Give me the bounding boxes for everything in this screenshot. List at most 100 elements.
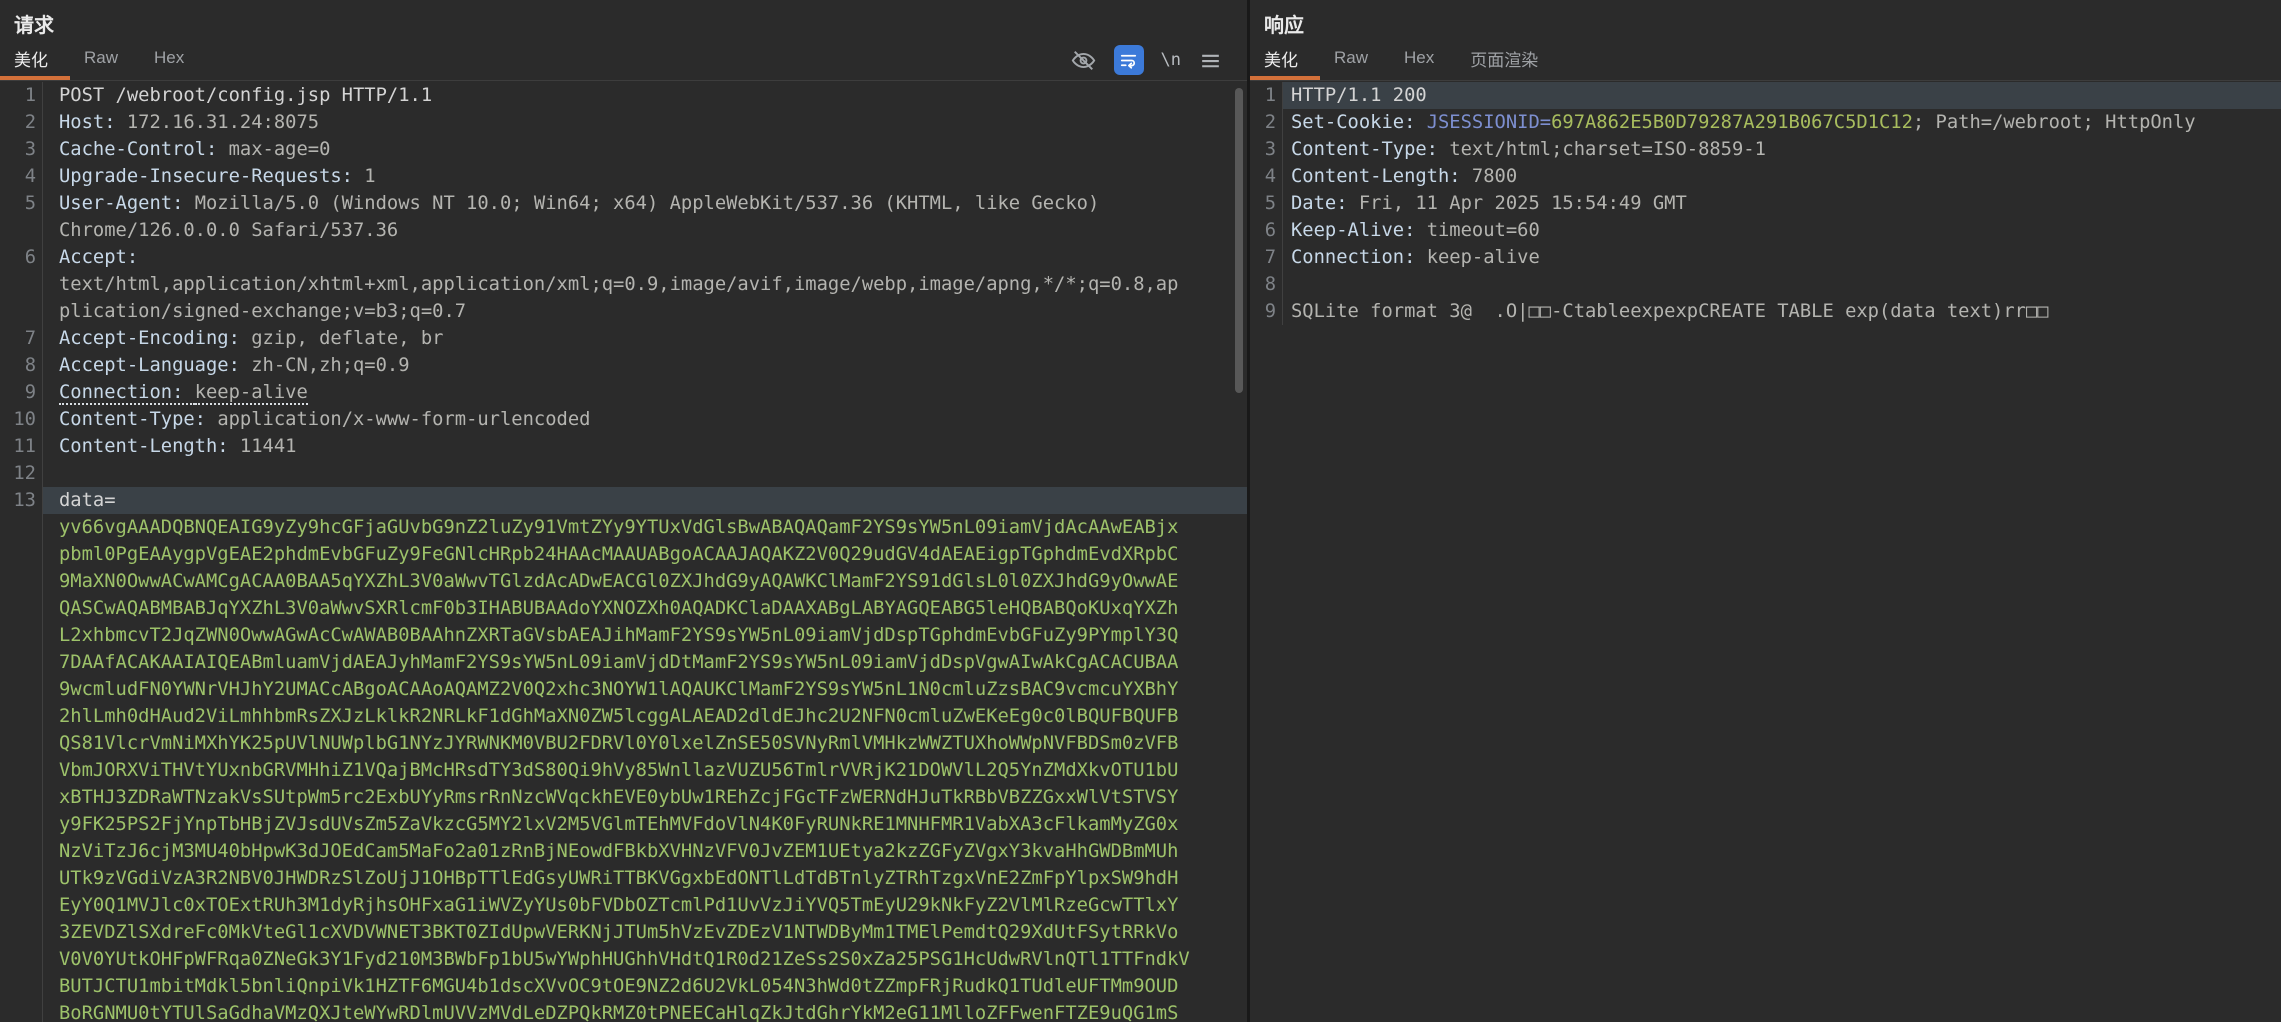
code-token: POST /webroot/config.jsp HTTP/1.1 — [59, 85, 432, 106]
request-toolbar: \n — [1070, 40, 1247, 80]
code-token: SQLite format 3@ .O| — [1291, 301, 1528, 322]
code-text: text/html,application/xhtml+xml,applicat… — [42, 271, 1247, 298]
line-number — [0, 757, 36, 784]
line-number — [0, 568, 36, 595]
code-text: SQLite format 3@ .O|□□-CtableexpexpCREAT… — [1282, 298, 2281, 325]
code-token: NzViTzJ6cjM3MU40bHpwK3dJOEdCam5MaFo2a01z… — [59, 841, 1178, 862]
request-panel-header: 请求 美化RawHex — [0, 0, 1247, 81]
request-editor[interactable]: 1POST /webroot/config.jsp HTTP/1.12Host:… — [0, 81, 1247, 1022]
line-number: 4 — [1250, 163, 1276, 190]
line-number: 12 — [0, 460, 36, 487]
code-token: Fri, 11 Apr 2025 15:54:49 GMT — [1359, 193, 1687, 214]
code-line: 2Set-Cookie: JSESSIONID=697A862E5B0D7928… — [1250, 109, 2281, 136]
code-token: V0V0YUtkOHFpWFRqa0ZNeGk3Y1Fyd210M3BWbFp1… — [59, 949, 1190, 970]
code-text: Host: 172.16.31.24:8075 — [42, 109, 1247, 136]
request-scrollbar-thumb[interactable] — [1235, 88, 1243, 393]
code-token: plication/signed-exchange;v=b3;q=0.7 — [59, 301, 466, 322]
line-number — [0, 676, 36, 703]
code-line: xBTHJ3ZDRaWTNzakVsSUtpWm5rc2ExbUYyRmsrRn… — [0, 784, 1247, 811]
code-line: UTk9zVGdiVzA3R2NBV0JHWDRzSlZoUjJ1OHBpTTl… — [0, 865, 1247, 892]
code-text: L2xhbmcvT2JqZWN0OwwAGwAcCwAWAB0BAAhnZXRT… — [42, 622, 1247, 649]
http-message-viewer: 请求 美化RawHex — [0, 0, 2281, 1022]
code-text: Chrome/126.0.0.0 Safari/537.36 — [42, 217, 1247, 244]
code-token: 7800 — [1472, 166, 1517, 187]
code-token: 1 — [364, 166, 375, 187]
line-number: 3 — [1250, 136, 1276, 163]
line-number: 6 — [0, 244, 36, 271]
code-line: 13data= — [0, 487, 1247, 514]
code-token: User-Agent: — [59, 193, 195, 214]
code-text: Content-Length: 11441 — [42, 433, 1247, 460]
line-number — [0, 703, 36, 730]
code-token: Accept-Language: — [59, 355, 251, 376]
code-text: pbml0PgEAAygpVgEAE2phdmEvbGFuZy9FeGNlcHR… — [42, 541, 1247, 568]
code-line: Chrome/126.0.0.0 Safari/537.36 — [0, 217, 1247, 244]
code-token: Chrome/126.0.0.0 Safari/537.36 — [59, 220, 398, 241]
code-text: yv66vgAAADQBNQEAIG9yZy9hcGFjaGUvbG9nZ2lu… — [42, 514, 1247, 541]
request-panel-title: 请求 — [0, 0, 1247, 40]
code-line: V0V0YUtkOHFpWFRqa0ZNeGk3Y1Fyd210M3BWbFp1… — [0, 946, 1247, 973]
code-text: Accept-Encoding: gzip, deflate, br — [42, 325, 1247, 352]
code-token: Set-Cookie: — [1291, 112, 1427, 133]
code-text: 3ZEVDZlSXdreFc0MkVteGl1cXVDVWNET3BKT0ZId… — [42, 919, 1247, 946]
code-line: NzViTzJ6cjM3MU40bHpwK3dJOEdCam5MaFo2a01z… — [0, 838, 1247, 865]
tab-页面渲染[interactable]: 页面渲染 — [1456, 40, 1560, 80]
code-text: Content-Type: text/html;charset=ISO-8859… — [1282, 136, 2281, 163]
code-text: Set-Cookie: JSESSIONID=697A862E5B0D79287… — [1282, 109, 2281, 136]
line-number — [0, 622, 36, 649]
hide-hidden-chars-icon[interactable] — [1070, 47, 1097, 74]
code-text: Cache-Control: max-age=0 — [42, 136, 1247, 163]
line-number — [0, 649, 36, 676]
request-tabs: 美化RawHex — [0, 40, 206, 80]
code-token: Content-Type: — [1291, 139, 1449, 160]
code-line: pbml0PgEAAygpVgEAE2phdmEvbGFuZy9FeGNlcHR… — [0, 541, 1247, 568]
line-number — [0, 271, 36, 298]
line-number — [0, 784, 36, 811]
code-line: 9SQLite format 3@ .O|□□-CtableexpexpCREA… — [1250, 298, 2281, 325]
line-number: 3 — [0, 136, 36, 163]
code-token: □□ — [1528, 301, 1551, 322]
line-number: 7 — [1250, 244, 1276, 271]
code-line: 8 — [1250, 271, 2281, 298]
line-number — [0, 514, 36, 541]
tab-Hex[interactable]: Hex — [140, 40, 206, 80]
line-number — [0, 946, 36, 973]
code-token: Connection: — [59, 382, 195, 405]
code-token: Cache-Control: — [59, 139, 229, 160]
tab-美化[interactable]: 美化 — [1250, 40, 1320, 80]
code-token: gzip, deflate, br — [251, 328, 443, 349]
code-text: Content-Length: 7800 — [1282, 163, 2281, 190]
code-token: xBTHJ3ZDRaWTNzakVsSUtpWm5rc2ExbUYyRmsrRn… — [59, 787, 1178, 808]
code-token: VbmJORXViTHVtYUxnbGRVMHhiZ1VQajBMcHRsdTY… — [59, 760, 1178, 781]
tab-Raw[interactable]: Raw — [1320, 40, 1390, 80]
line-number: 10 — [0, 406, 36, 433]
code-token: JSESSIONID= — [1427, 112, 1551, 133]
line-number — [0, 865, 36, 892]
line-number: 1 — [1250, 82, 1276, 109]
code-token: Accept: — [59, 247, 138, 268]
code-text: EyY0Q1MVJlc0xTOExtRUh3M1dyRjhsOHFxaG1iWV… — [42, 892, 1247, 919]
code-line: 9MaXN0OwwACwAMCgACAA0BAA5qYXZhL3V0aWwvTG… — [0, 568, 1247, 595]
code-line: plication/signed-exchange;v=b3;q=0.7 — [0, 298, 1247, 325]
code-token: Keep-Alive: — [1291, 220, 1427, 241]
code-text: BUTJCTU1mbitMdkl5bnliQnpiVk1HZTF6MGU4b1d… — [42, 973, 1247, 1000]
code-text: 2hlLmh0dHAud2ViLmhhbmRsZXJzLklkR2NRLkF1d… — [42, 703, 1247, 730]
code-token: pbml0PgEAAygpVgEAE2phdmEvbGFuZy9FeGNlcHR… — [59, 544, 1178, 565]
code-token: 7DAAfACAKAAIAIQEABmluamVjdAEAJyhMamF2YS9… — [59, 652, 1178, 673]
word-wrap-icon[interactable] — [1114, 45, 1144, 75]
request-panel: 请求 美化RawHex — [0, 0, 1247, 1022]
tab-美化[interactable]: 美化 — [0, 40, 70, 80]
line-number: 5 — [0, 190, 36, 217]
code-line: 7Connection: keep-alive — [1250, 244, 2281, 271]
tab-Raw[interactable]: Raw — [70, 40, 140, 80]
response-editor[interactable]: 1HTTP/1.1 2002Set-Cookie: JSESSIONID=697… — [1250, 81, 2281, 325]
code-line: 9Connection: keep-alive — [0, 379, 1247, 406]
response-panel: 响应 美化RawHex页面渲染 1HTTP/1.1 2002Set-Cookie… — [1247, 0, 2281, 1022]
newline-symbol-icon[interactable]: \n — [1161, 50, 1181, 70]
menu-icon[interactable] — [1198, 48, 1223, 73]
code-line: text/html,application/xhtml+xml,applicat… — [0, 271, 1247, 298]
line-number — [0, 973, 36, 1000]
line-number: 6 — [1250, 217, 1276, 244]
code-token: max-age=0 — [229, 139, 331, 160]
tab-Hex[interactable]: Hex — [1390, 40, 1456, 80]
